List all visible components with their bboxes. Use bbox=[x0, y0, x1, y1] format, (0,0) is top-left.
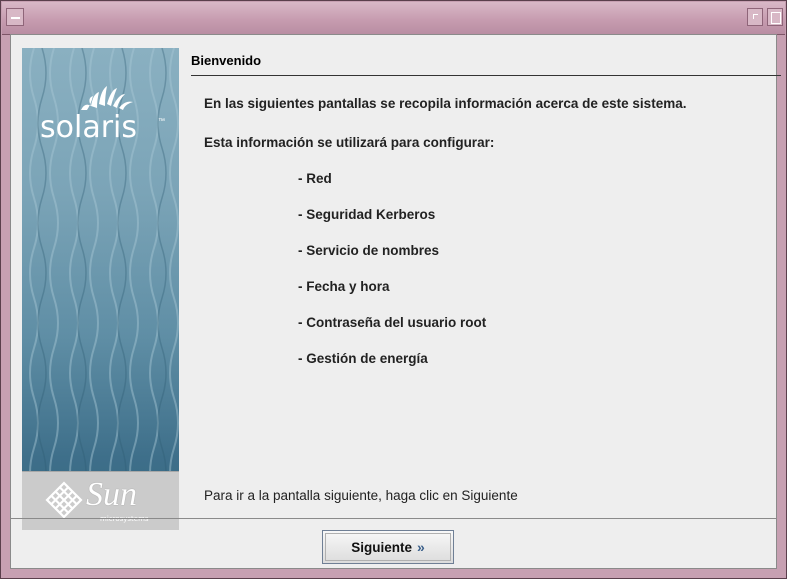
window-maximize-icon[interactable] bbox=[767, 8, 783, 26]
intro-text: En las siguientes pantallas se recopila … bbox=[204, 96, 687, 111]
config-item-kerberos: - Seguridad Kerberos bbox=[298, 207, 436, 222]
solaris-side-banner: solaris ™ Sun microsystems bbox=[22, 48, 179, 530]
config-item-name-service: - Servicio de nombres bbox=[298, 243, 440, 258]
title-bar[interactable] bbox=[2, 2, 785, 35]
config-item-date-time: - Fecha y hora bbox=[298, 279, 390, 294]
config-intro-text: Esta información se utilizará para confi… bbox=[204, 135, 495, 150]
trademark-symbol: ™ bbox=[158, 118, 165, 125]
solaris-logo: solaris bbox=[40, 110, 138, 145]
microsystems-label: microsystems bbox=[100, 515, 149, 523]
double-chevron-right-icon: » bbox=[416, 539, 425, 555]
title-divider bbox=[191, 75, 781, 76]
footer-divider bbox=[11, 518, 776, 519]
sun-logo-area: Sun microsystems bbox=[22, 471, 179, 530]
config-item-network: - Red bbox=[298, 171, 332, 186]
navigation-hint: Para ir a la pantalla siguiente, haga cl… bbox=[204, 488, 518, 503]
installer-window: solaris ™ Sun microsystems Bienvenido En… bbox=[0, 0, 787, 579]
sun-wordmark: Sun bbox=[86, 476, 137, 513]
config-item-power-management: - Gestión de energía bbox=[298, 351, 428, 366]
page-title: Bienvenido bbox=[191, 53, 262, 68]
dialog-body: solaris ™ Sun microsystems Bienvenido En… bbox=[10, 34, 781, 569]
window-menu-icon[interactable] bbox=[6, 8, 24, 26]
solaris-sun-rays-icon bbox=[81, 86, 133, 110]
next-button[interactable]: Siguiente » bbox=[322, 530, 454, 564]
config-item-root-password: - Contraseña del usuario root bbox=[298, 315, 487, 330]
window-minimize-icon[interactable] bbox=[747, 8, 763, 26]
sun-microsystems-logo-icon bbox=[45, 481, 83, 519]
next-button-label: Siguiente bbox=[351, 539, 412, 555]
